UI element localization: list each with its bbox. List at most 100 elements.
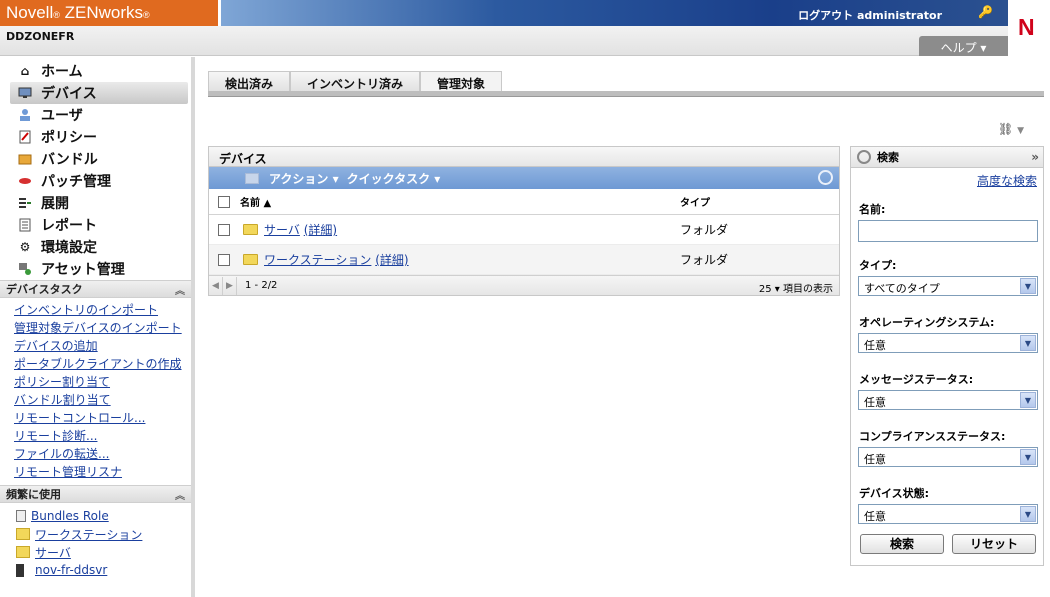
gear-icon: ⚙	[19, 240, 31, 254]
device-tasks-header[interactable]: デバイスタスク ︽	[0, 280, 191, 298]
type-cell: フォルダ	[680, 223, 729, 237]
list-item[interactable]: Bundles Role	[16, 507, 191, 525]
asset-icon	[17, 261, 33, 277]
details-link[interactable]: (詳細)	[375, 251, 408, 268]
name-label: 名前:	[859, 203, 886, 216]
task-import-inventory[interactable]: インベントリのインポート	[14, 301, 191, 319]
key-icon[interactable]: 🔑	[978, 5, 994, 19]
chevron-down-icon[interactable]: ▼	[1020, 278, 1036, 294]
advanced-search-link[interactable]: 高度な検索	[977, 174, 1037, 188]
table-row[interactable]: ワークステーション (詳細) フォルダ	[209, 245, 839, 275]
brand-reg-mark: ®	[53, 10, 60, 20]
list-item[interactable]: サーバ	[16, 543, 191, 561]
device-folder-link[interactable]: サーバ	[264, 221, 300, 238]
zone-name: DDZONEFR	[6, 30, 75, 43]
nav-item-users[interactable]: ユーザ	[0, 104, 191, 126]
nav-item-home[interactable]: ⌂ ホーム	[0, 60, 191, 82]
next-page-icon[interactable]: ▶	[223, 276, 237, 295]
column-name[interactable]: 名前 ▲	[240, 194, 680, 209]
os-select[interactable]: 任意 ▼	[858, 333, 1038, 353]
task-assign-bundle[interactable]: バンドル割り当て	[14, 391, 191, 409]
chevron-down-icon[interactable]: ▼	[1020, 506, 1036, 522]
row-checkbox[interactable]	[218, 253, 230, 266]
task-import-managed[interactable]: 管理対象デバイスのインポート	[14, 319, 191, 337]
items-per-page[interactable]: 25 ▾ 項目の表示	[759, 280, 833, 295]
collapse-panel-icon[interactable]: »	[1031, 150, 1039, 164]
device-state-label: デバイス状態:	[859, 487, 930, 500]
help-button[interactable]: ヘルプ ▾	[919, 36, 1008, 56]
task-create-portable-client[interactable]: ポータブルクライアントの作成	[14, 355, 191, 373]
nav-item-policies[interactable]: ポリシー	[0, 126, 191, 148]
column-type[interactable]: タイプ	[680, 194, 830, 209]
list-item[interactable]: nov-fr-ddsvr	[16, 561, 191, 579]
devices-panel: デバイス アクション ▾ クイックタスク ▾ 名前 ▲ タイプ サーバ (詳細)…	[208, 146, 840, 296]
folder-up-icon[interactable]	[245, 172, 259, 184]
message-status-select[interactable]: 任意 ▼	[858, 390, 1038, 410]
brand-logo: Novell® ZENworks®	[0, 0, 218, 26]
search-icon	[857, 150, 871, 164]
brand-name: Novell	[6, 3, 54, 22]
type-label: タイプ:	[859, 259, 897, 272]
details-link[interactable]: (詳細)	[304, 221, 337, 238]
bundle-list-icon	[16, 510, 26, 522]
device-state-select[interactable]: 任意 ▼	[858, 504, 1038, 524]
prev-page-icon[interactable]: ◀	[209, 276, 223, 295]
nav-item-devices[interactable]: デバイス	[10, 82, 188, 104]
left-navigation: ⌂ ホーム デバイス ユーザ ポリシー バンドル パッチ管理 展開 レポート ⚙ 環…	[0, 57, 195, 597]
search-header: 検索 »	[851, 147, 1043, 168]
nav-item-patch[interactable]: パッチ管理	[0, 170, 191, 192]
tab-discovered[interactable]: 検出済み	[208, 71, 291, 92]
collapse-icon[interactable]: ︽	[175, 282, 185, 297]
device-tabs: 検出済み インベントリ済み 管理対象	[208, 71, 503, 92]
reset-button[interactable]: リセット	[952, 534, 1036, 554]
task-transfer-files[interactable]: ファイルの転送...	[14, 445, 191, 463]
search-button[interactable]: 検索	[860, 534, 944, 554]
name-input[interactable]	[858, 220, 1038, 242]
folder-icon	[16, 528, 30, 540]
chevron-down-icon[interactable]: ▼	[1020, 449, 1036, 465]
actions-menu[interactable]: アクション ▾	[269, 170, 339, 187]
collapse-icon[interactable]: ︽	[175, 487, 185, 502]
home-icon: ⌂	[20, 64, 30, 78]
type-select[interactable]: すべてのタイプ ▼	[858, 276, 1038, 296]
folder-icon	[243, 224, 258, 235]
task-add-device[interactable]: デバイスの追加	[14, 337, 191, 355]
frequently-used-list: Bundles Role ワークステーション サーバ nov-fr-ddsvr	[0, 503, 191, 579]
type-cell: フォルダ	[680, 253, 729, 267]
refresh-icon[interactable]	[818, 170, 833, 185]
task-remote-control[interactable]: リモートコントロール...	[14, 409, 191, 427]
nav-item-bundles[interactable]: バンドル	[0, 148, 191, 170]
tab-managed[interactable]: 管理対象	[420, 71, 503, 92]
chevron-down-icon[interactable]: ▼	[1020, 335, 1036, 351]
row-checkbox[interactable]	[218, 223, 230, 236]
devices-panel-title: デバイス	[209, 147, 839, 167]
logout-link[interactable]: ログアウト administrator	[798, 7, 942, 23]
select-all-checkbox[interactable]	[218, 195, 230, 208]
frequently-used-header[interactable]: 頻繁に使用 ︽	[0, 485, 191, 503]
compliance-status-select[interactable]: 任意 ▼	[858, 447, 1038, 467]
tab-underline	[208, 91, 1044, 97]
device-folder-link[interactable]: ワークステーション	[264, 251, 371, 268]
list-item[interactable]: ワークステーション	[16, 525, 191, 543]
chevron-down-icon[interactable]: ▼	[1020, 392, 1036, 408]
product-reg-mark: ®	[143, 10, 150, 20]
pager: ◀ ▶ 1 - 2/2 25 ▾ 項目の表示	[209, 275, 839, 295]
quick-tasks-menu[interactable]: クイックタスク ▾	[347, 170, 441, 187]
bundle-icon	[17, 151, 33, 167]
report-icon	[17, 217, 33, 233]
table-row[interactable]: サーバ (詳細) フォルダ	[209, 215, 839, 245]
device-tasks-list: インベントリのインポート 管理対象デバイスのインポート デバイスの追加 ポータブ…	[0, 298, 191, 485]
task-remote-listener[interactable]: リモート管理リスナ	[14, 463, 191, 481]
nav-item-reports[interactable]: レポート	[0, 214, 191, 236]
task-assign-policy[interactable]: ポリシー割り当て	[14, 373, 191, 391]
tab-inventoried[interactable]: インベントリ済み	[290, 71, 421, 92]
nav-item-asset[interactable]: アセット管理	[0, 258, 191, 280]
server-icon	[16, 563, 24, 577]
task-remote-diagnostics[interactable]: リモート診断...	[14, 427, 191, 445]
os-label: オペレーティングシステム:	[859, 316, 995, 329]
folder-icon	[243, 254, 258, 265]
link-options-icon[interactable]: ⛓ ▼	[998, 122, 1024, 136]
nav-item-configuration[interactable]: ⚙ 環境設定	[0, 236, 191, 258]
message-status-label: メッセージステータス:	[859, 373, 974, 386]
nav-item-deploy[interactable]: 展開	[0, 192, 191, 214]
